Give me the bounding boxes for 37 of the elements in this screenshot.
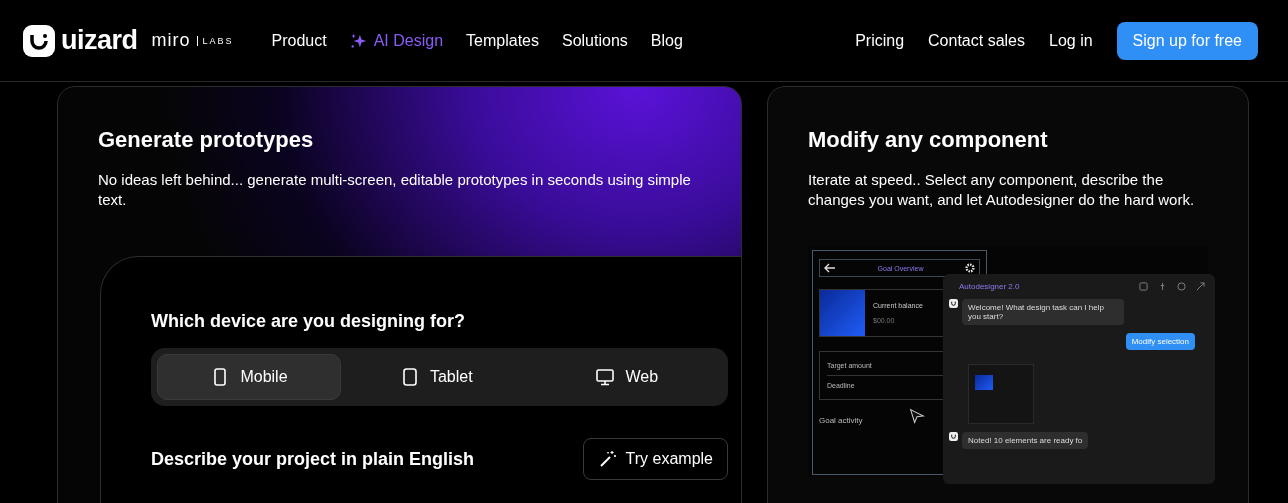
back-arrow-icon: [824, 263, 836, 273]
device-option[interactable]: Mobile: [157, 354, 341, 400]
device-option[interactable]: Web: [531, 354, 722, 400]
nav-link[interactable]: Contact sales: [928, 31, 1025, 50]
card-description: No ideas left behind... generate multi-screen, editable prototypes in seconds using simple text.: [98, 170, 692, 210]
bot-avatar-icon: [949, 432, 958, 441]
card-description: Iterate at speed.. Select any component, describe the changes you want, and let Autodesigner do the hard work.: [808, 170, 1196, 210]
monitor-icon: [595, 367, 616, 387]
logo-text[interactable]: uizard: [61, 25, 138, 56]
expand-icon[interactable]: [1196, 282, 1205, 291]
device-option[interactable]: Tablet: [341, 354, 532, 400]
nav-link[interactable]: Product: [271, 31, 327, 50]
cursor-icon: [909, 408, 925, 424]
bot-avatar-icon: [949, 299, 958, 308]
card-title: Generate prototypes: [98, 127, 315, 153]
nav-link[interactable]: Log in: [1049, 31, 1093, 50]
card-title: Modify any component: [808, 127, 1049, 153]
image-placeholder: [820, 290, 865, 336]
chat-message: Noted! 10 elements are ready fo: [962, 432, 1089, 449]
logo-icon[interactable]: [23, 24, 55, 57]
nav-link[interactable]: Templates: [466, 31, 539, 50]
nav-link[interactable]: Solutions: [561, 31, 628, 50]
chat-message: Welcome! What design task can I help you start?: [962, 299, 1124, 325]
chat-title: Autodesigner 2.0: [959, 282, 1020, 291]
question-text: Which device are you designing for?: [151, 311, 467, 332]
partner-tag: LABS: [196, 35, 234, 46]
nav-link[interactable]: Blog: [650, 31, 683, 50]
nav-link[interactable]: Pricing: [855, 31, 905, 50]
nav-link[interactable]: AI Design: [349, 31, 444, 50]
prompt-label: Describe your project in plain English: [151, 448, 475, 470]
partner-logo: miro: [151, 30, 191, 51]
settings-icon: [965, 263, 975, 273]
activity-title: Goal activity: [819, 416, 863, 425]
try-example-button[interactable]: Try example: [582, 438, 728, 480]
sparkle-icon: [349, 31, 368, 50]
chat-message: Modify selection: [1125, 333, 1195, 350]
component-thumbnail: [968, 364, 1034, 424]
